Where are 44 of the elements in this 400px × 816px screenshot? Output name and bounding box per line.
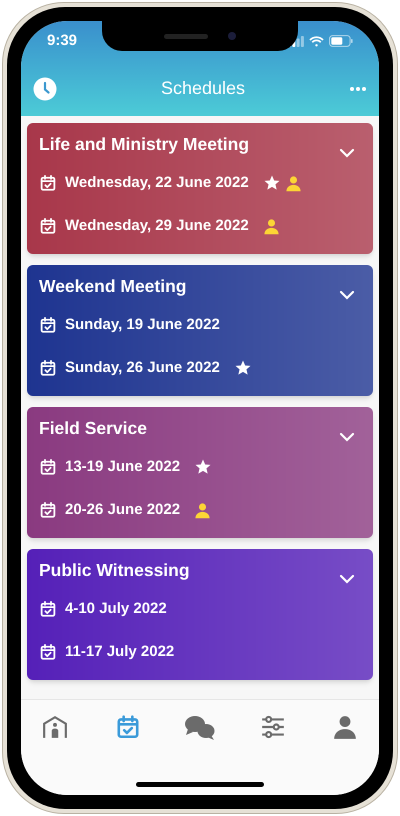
date-label: Wednesday, 22 June 2022 <box>65 172 249 193</box>
header-title: Schedules <box>160 77 246 100</box>
sliders-icon[interactable] <box>260 714 286 740</box>
house-person-icon[interactable] <box>42 714 68 740</box>
date-label: Wednesday, 29 June 2022 <box>65 216 249 236</box>
battery-icon <box>329 35 353 47</box>
chevron-icon[interactable] <box>339 148 355 158</box>
star-icon <box>194 458 212 476</box>
calendar-check-icon <box>39 217 57 235</box>
clock-icon[interactable] <box>33 76 57 100</box>
card-title: Life and Ministry Meeting <box>39 133 250 155</box>
chevron-icon[interactable] <box>339 574 355 584</box>
star-icon <box>262 174 281 192</box>
calendar-check-icon <box>39 174 57 192</box>
schedule-card[interactable]: Life and Ministry Meeting Wednesday, 22 June 2022 Wednesday, 29 June 2022 <box>27 123 373 254</box>
person-icon <box>262 218 280 234</box>
date-label: 20-26 June 2022 <box>65 500 180 520</box>
status-time: 9:39 <box>47 30 78 51</box>
calendar-icon[interactable] <box>114 714 140 740</box>
calendar-check-icon <box>39 501 57 519</box>
wifi-icon <box>309 36 324 46</box>
calendar-check-icon <box>39 458 57 476</box>
card-title: Field Service <box>39 417 147 439</box>
calendar-check-icon <box>39 600 57 618</box>
card-title: Public Witnessing <box>39 559 190 581</box>
schedule-card[interactable]: Weekend Meeting Sunday, 19 June 2022 Sunday, 26 June 2022 <box>27 265 373 396</box>
date-label: Sunday, 26 June 2022 <box>65 358 220 378</box>
schedule-card[interactable]: Public Witnessing 4-10 July 2022 11-17 July 2022 <box>27 549 373 680</box>
chevron-icon[interactable] <box>339 432 355 442</box>
date-label: 11-17 July 2022 <box>65 642 174 662</box>
calendar-check-icon <box>39 316 57 334</box>
date-label: 13-19 June 2022 <box>65 456 180 477</box>
calendar-check-icon <box>39 359 57 377</box>
date-label: 4-10 July 2022 <box>65 598 167 619</box>
user-icon[interactable] <box>332 714 358 740</box>
chat-icon[interactable] <box>184 714 216 742</box>
date-label: Sunday, 19 June 2022 <box>65 314 220 335</box>
card-title: Weekend Meeting <box>39 275 186 297</box>
chevron-icon[interactable] <box>339 290 355 300</box>
star-icon <box>234 359 252 377</box>
calendar-check-icon <box>39 643 57 661</box>
schedule-card[interactable]: Field Service 13-19 June 2022 20-26 June 2022 <box>27 407 373 538</box>
person-icon <box>284 174 302 192</box>
person-icon <box>194 502 212 518</box>
